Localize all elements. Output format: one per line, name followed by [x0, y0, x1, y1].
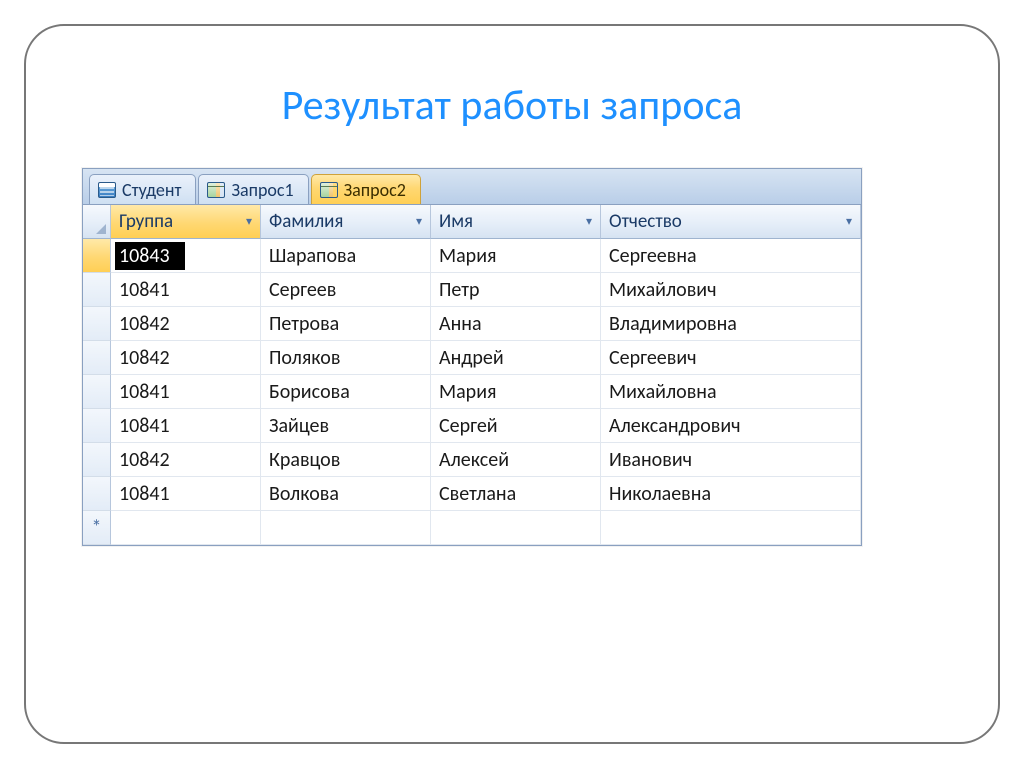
cell-patronymic[interactable]: Владимировна — [601, 307, 861, 341]
row-selector[interactable] — [83, 273, 111, 307]
cell-patronymic[interactable]: Михайловна — [601, 375, 861, 409]
cell-firstname[interactable]: Андрей — [431, 341, 601, 375]
row-selector[interactable] — [83, 409, 111, 443]
cell-patronymic[interactable]: Михайлович — [601, 273, 861, 307]
tab-query1[interactable]: Запрос1 — [198, 174, 308, 204]
row-selector[interactable] — [83, 375, 111, 409]
cell-group[interactable]: 10842 — [111, 307, 261, 341]
cell-firstname[interactable]: Петр — [431, 273, 601, 307]
tab-label: Запрос2 — [344, 179, 406, 201]
new-row-selector[interactable]: * — [83, 511, 111, 545]
tab-student[interactable]: Студент — [89, 174, 196, 204]
row-selector[interactable] — [83, 477, 111, 511]
slide: Результат работы запроса Студент Запрос1… — [0, 0, 1024, 768]
cell-group[interactable]: 10843 — [111, 239, 261, 273]
new-row-icon: * — [92, 516, 102, 540]
datasheet-icon — [98, 182, 116, 198]
cell-firstname[interactable]: Светлана — [431, 477, 601, 511]
cell-firstname[interactable]: Мария — [431, 375, 601, 409]
column-header-group[interactable]: Группа ▾ — [111, 205, 261, 239]
tab-query2[interactable]: Запрос2 — [311, 174, 421, 204]
cell-firstname[interactable]: Сергей — [431, 409, 601, 443]
cell-lastname[interactable] — [261, 511, 431, 545]
cell-group[interactable] — [111, 511, 261, 545]
column-label: Отчество — [609, 210, 682, 233]
datasheet-grid[interactable]: Группа ▾ Фамилия ▾ Имя ▾ Отчество ▾ 1084… — [83, 205, 861, 545]
access-datasheet-window: Студент Запрос1 Запрос2 Группа ▾ Фамилия… — [82, 168, 862, 546]
query-icon — [207, 182, 225, 198]
cell-lastname[interactable]: Поляков — [261, 341, 431, 375]
cell-group[interactable]: 10842 — [111, 443, 261, 477]
column-header-lastname[interactable]: Фамилия ▾ — [261, 205, 431, 239]
cell-lastname[interactable]: Кравцов — [261, 443, 431, 477]
column-header-firstname[interactable]: Имя ▾ — [431, 205, 601, 239]
cell-group[interactable]: 10841 — [111, 477, 261, 511]
chevron-down-icon[interactable]: ▾ — [240, 214, 252, 229]
cell-patronymic[interactable]: Александрович — [601, 409, 861, 443]
chevron-down-icon[interactable]: ▾ — [580, 214, 592, 229]
row-selector[interactable] — [83, 307, 111, 341]
cell-firstname[interactable]: Алексей — [431, 443, 601, 477]
row-selector[interactable] — [83, 239, 111, 273]
cell-firstname[interactable]: Анна — [431, 307, 601, 341]
cell-lastname[interactable]: Зайцев — [261, 409, 431, 443]
column-label: Фамилия — [269, 210, 343, 233]
object-tabs: Студент Запрос1 Запрос2 — [83, 169, 861, 205]
column-label: Имя — [439, 210, 473, 233]
cell-patronymic[interactable]: Николаевна — [601, 477, 861, 511]
row-selector[interactable] — [83, 443, 111, 477]
select-all-corner[interactable] — [83, 205, 111, 239]
cell-lastname[interactable]: Сергеев — [261, 273, 431, 307]
query-icon — [320, 182, 338, 198]
chevron-down-icon[interactable]: ▾ — [410, 214, 422, 229]
column-header-patronymic[interactable]: Отчество ▾ — [601, 205, 861, 239]
slide-title: Результат работы запроса — [0, 80, 1024, 131]
cell-group[interactable]: 10841 — [111, 375, 261, 409]
cell-patronymic[interactable]: Сергеевич — [601, 341, 861, 375]
cell-lastname[interactable]: Борисова — [261, 375, 431, 409]
row-selector[interactable] — [83, 341, 111, 375]
cell-patronymic[interactable] — [601, 511, 861, 545]
cell-firstname[interactable]: Мария — [431, 239, 601, 273]
tab-label: Студент — [122, 179, 181, 201]
cell-lastname[interactable]: Волкова — [261, 477, 431, 511]
cell-lastname[interactable]: Шарапова — [261, 239, 431, 273]
cell-patronymic[interactable]: Иванович — [601, 443, 861, 477]
cell-group[interactable]: 10841 — [111, 273, 261, 307]
cell-firstname[interactable] — [431, 511, 601, 545]
cell-group[interactable]: 10841 — [111, 409, 261, 443]
cell-lastname[interactable]: Петрова — [261, 307, 431, 341]
chevron-down-icon[interactable]: ▾ — [840, 214, 852, 229]
tab-label: Запрос1 — [231, 179, 293, 201]
cell-group[interactable]: 10842 — [111, 341, 261, 375]
cell-edit-input[interactable]: 10843 — [115, 242, 185, 270]
column-label: Группа — [119, 210, 173, 233]
cell-patronymic[interactable]: Сергеевна — [601, 239, 861, 273]
